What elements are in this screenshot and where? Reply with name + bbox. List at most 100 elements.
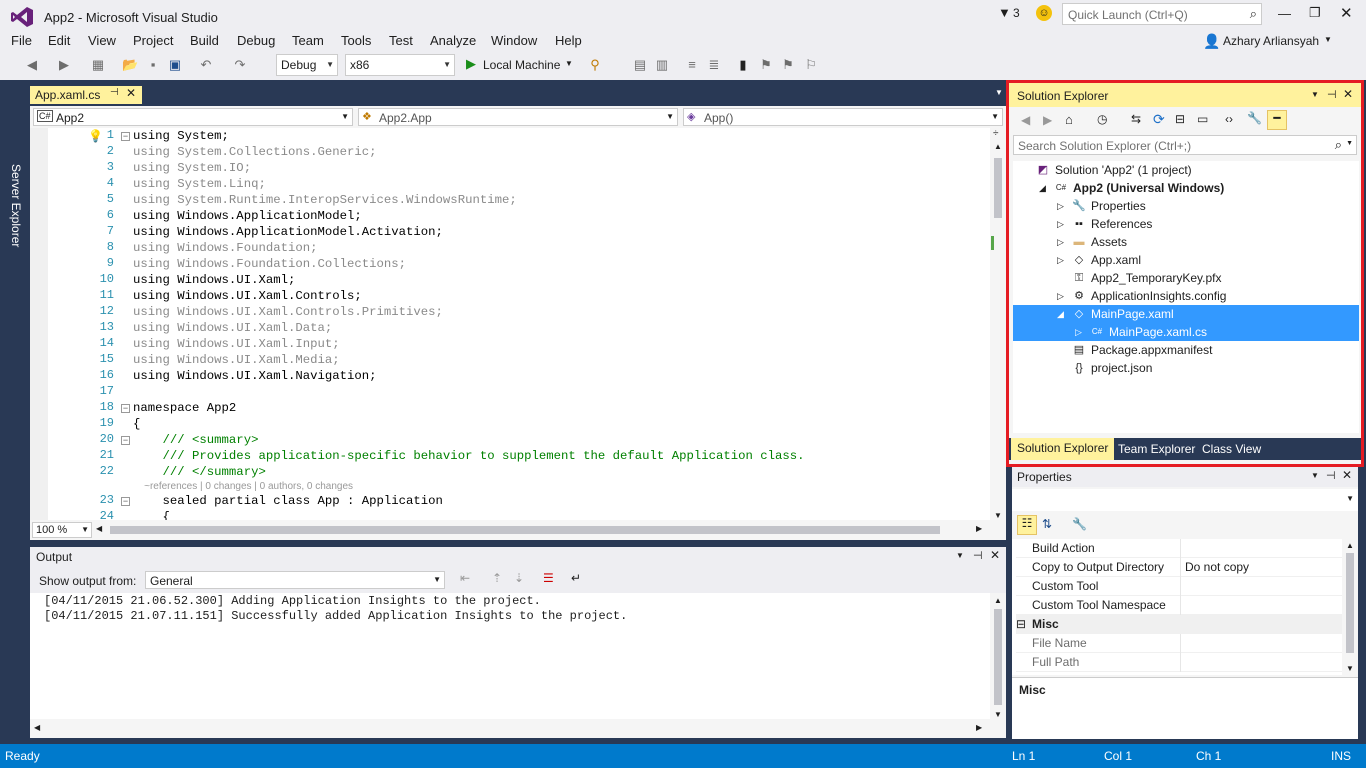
show-all-files-icon[interactable]: ▭ (1197, 112, 1208, 126)
properties-object-dropdown[interactable]: ▼ (1012, 489, 1358, 511)
collapsed-arrow-icon[interactable]: ▷ (1057, 197, 1064, 215)
menu-debug[interactable]: Debug (237, 32, 275, 50)
menu-file[interactable]: File (11, 32, 32, 50)
output-text[interactable]: [04/11/2015 21.06.52.300] Adding Applica… (44, 594, 627, 624)
categorized-icon[interactable]: ☷ (1017, 515, 1037, 535)
forward-icon[interactable]: ▶ (1043, 113, 1052, 127)
next-message-icon[interactable]: ⇣ (514, 571, 524, 585)
save-icon[interactable]: ▪ (145, 57, 161, 73)
back-icon[interactable]: ◀ (24, 57, 40, 73)
menu-analyze[interactable]: Analyze (430, 32, 476, 50)
bookmark-icon[interactable]: ▮ (735, 57, 751, 73)
collapse-category-icon[interactable]: ⊟ (1016, 615, 1026, 634)
property-row[interactable]: File Name (1016, 634, 1342, 653)
new-project-icon[interactable]: ▦ (90, 57, 106, 73)
scroll-thumb[interactable] (994, 158, 1002, 218)
split-icon[interactable]: ÷ (993, 128, 999, 139)
collapsed-arrow-icon[interactable]: ▷ (1057, 251, 1064, 269)
tree-item[interactable]: ▷ 🔧 Properties (1013, 197, 1359, 215)
server-explorer-tab[interactable]: Server Explorer (9, 164, 23, 247)
menu-window[interactable]: Window (491, 32, 537, 50)
tree-item[interactable]: ◢ C# App2 (Universal Windows) (1013, 179, 1359, 197)
tree-item[interactable]: ▤ Package.appxmanifest (1013, 341, 1359, 359)
collapsed-arrow-icon[interactable]: ▷ (1057, 287, 1064, 305)
scroll-down-icon[interactable]: ▼ (1346, 664, 1354, 673)
alphabetical-icon[interactable]: ⇅ (1042, 517, 1052, 531)
tab-overflow-icon[interactable]: ▼ (995, 88, 1003, 97)
property-row[interactable]: Copy to Output Directory Do not copy (1016, 558, 1342, 577)
code-area[interactable]: 1 using System; −2 using System.Collections… (50, 128, 990, 520)
zoom-dropdown[interactable]: 100 % ▼ (32, 522, 92, 538)
scroll-up-icon[interactable]: ▲ (994, 596, 1002, 605)
property-value[interactable]: Do not copy (1180, 558, 1342, 577)
tree-item[interactable]: ▷ ▬ Assets (1013, 233, 1359, 251)
pin-icon[interactable]: ⊣ (110, 87, 119, 98)
collapse-toggle-icon[interactable]: − (121, 497, 130, 506)
dropdown-icon[interactable]: ▼ (1311, 90, 1319, 99)
menu-help[interactable]: Help (555, 32, 582, 50)
property-row[interactable]: Custom Tool (1016, 577, 1342, 596)
close-icon[interactable]: ✕ (990, 548, 1000, 562)
prev-bookmark-icon[interactable]: ⚑ (758, 57, 774, 73)
view-code-icon[interactable]: ‹› (1225, 112, 1233, 126)
scroll-thumb[interactable] (1346, 553, 1354, 653)
dropdown-icon[interactable]: ▼ (956, 551, 964, 560)
filter-icon[interactable]: ▼ (998, 5, 1011, 20)
property-value[interactable] (1180, 634, 1342, 653)
minimize-button[interactable]: — (1278, 6, 1291, 21)
home-icon[interactable]: ⌂ (1065, 112, 1073, 127)
editor-tab[interactable]: App.xaml.cs ⊣ ✕ (30, 86, 142, 104)
collapse-toggle-icon[interactable]: − (121, 404, 130, 413)
uncomment-icon[interactable]: ≣ (706, 57, 722, 73)
tree-item[interactable]: ▷ ⚙ ApplicationInsights.config (1013, 287, 1359, 305)
platform-dropdown[interactable]: x86 ▼ (345, 54, 455, 76)
output-source-dropdown[interactable]: General ▼ (145, 571, 445, 589)
pin-icon[interactable]: ⊣ (1327, 88, 1337, 101)
clear-all-icon[interactable]: ☰ (543, 571, 554, 585)
property-value[interactable] (1180, 653, 1342, 672)
property-value[interactable] (1180, 596, 1342, 615)
tab-team-explorer[interactable]: Team Explorer (1118, 442, 1195, 456)
chevron-down-icon[interactable]: ▼ (1324, 35, 1332, 44)
property-value[interactable] (1180, 539, 1342, 558)
scroll-up-icon[interactable]: ▲ (1346, 541, 1354, 550)
align-right-icon[interactable]: ▥ (654, 57, 670, 73)
collapse-toggle-icon[interactable]: − (121, 436, 130, 445)
tree-item[interactable]: ▷ C# MainPage.xaml.cs (1013, 323, 1359, 341)
tab-class-view[interactable]: Class View (1202, 442, 1261, 456)
property-row[interactable]: Build Action (1016, 539, 1342, 558)
open-file-icon[interactable]: 📂 (122, 57, 138, 73)
scroll-left-icon[interactable]: ◀ (34, 723, 40, 732)
align-left-icon[interactable]: ▤ (632, 57, 648, 73)
output-hscroll[interactable]: ◀ ▶ (30, 719, 1006, 738)
find-in-files-icon[interactable]: ⚲ (587, 57, 603, 73)
menu-project[interactable]: Project (133, 32, 173, 50)
forward-icon[interactable]: ▶ (56, 57, 72, 73)
scroll-up-icon[interactable]: ▲ (994, 142, 1002, 151)
collapse-all-icon[interactable]: ⊟ (1175, 112, 1185, 126)
collapsed-arrow-icon[interactable]: ▷ (1057, 215, 1064, 233)
tree-item[interactable]: ◢ ◇ MainPage.xaml (1013, 305, 1359, 323)
refresh-icon[interactable]: ⟳ (1153, 111, 1165, 128)
redo-icon[interactable]: ↷ (232, 57, 248, 73)
vertical-scrollbar[interactable]: ÷ ▲ ▼ (990, 128, 1006, 520)
horizontal-scroll-thumb[interactable] (110, 526, 940, 534)
user-avatar-icon[interactable]: 👤 (1203, 33, 1220, 50)
scroll-right-icon[interactable]: ▶ (976, 524, 982, 533)
tree-item[interactable]: {} project.json (1013, 359, 1359, 377)
scroll-down-icon[interactable]: ▼ (994, 710, 1002, 719)
preview-selected-icon[interactable]: ━ (1267, 110, 1287, 130)
property-row[interactable]: Custom Tool Namespace (1016, 596, 1342, 615)
collapsed-arrow-icon[interactable]: ▷ (1075, 323, 1082, 341)
tree-item[interactable]: ▷ ▪▪ References (1013, 215, 1359, 233)
menu-view[interactable]: View (88, 32, 116, 50)
close-icon[interactable]: ✕ (1342, 468, 1352, 482)
close-icon[interactable]: ✕ (1343, 87, 1353, 101)
quick-launch-input[interactable]: Quick Launch (Ctrl+Q) ⌕ (1062, 3, 1262, 25)
scroll-thumb[interactable] (994, 609, 1002, 705)
history-icon[interactable]: ◷ (1097, 112, 1107, 126)
pin-icon[interactable]: ⊣ (973, 549, 983, 562)
menu-test[interactable]: Test (389, 32, 413, 50)
menu-build[interactable]: Build (190, 32, 219, 50)
prev-message-icon[interactable]: ⇡ (492, 571, 502, 585)
